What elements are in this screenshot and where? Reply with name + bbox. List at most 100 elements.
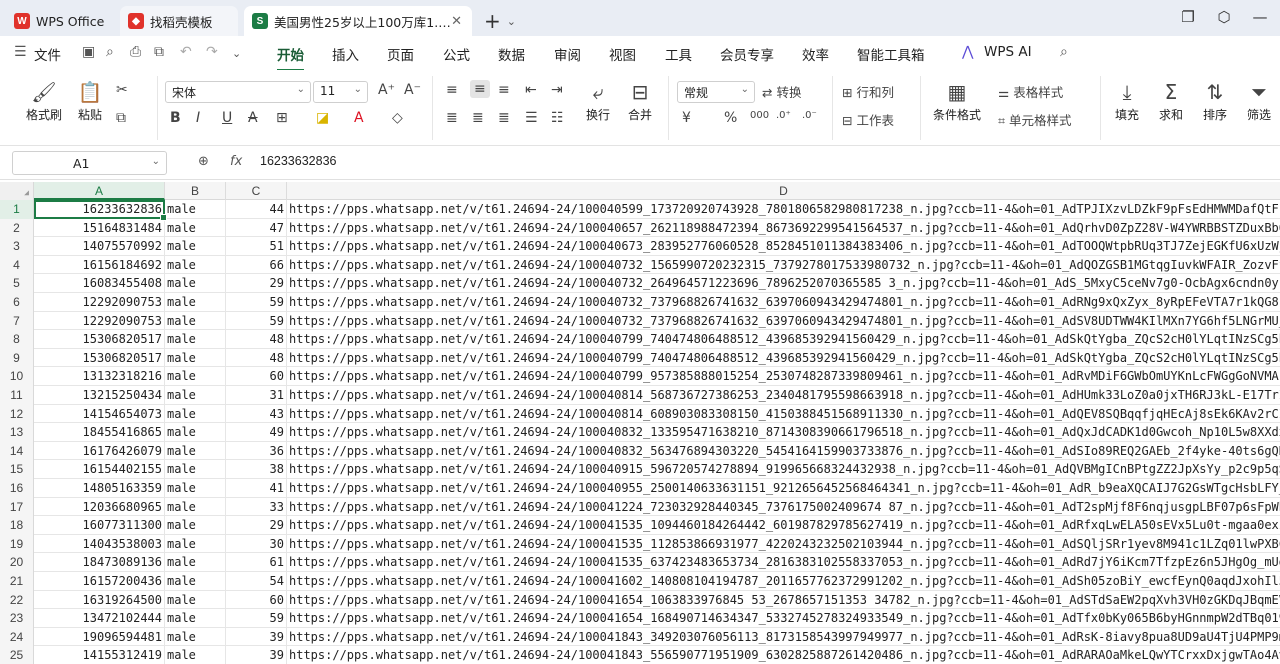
menu-data[interactable]: 数据: [498, 44, 525, 64]
print-icon[interactable]: ⎙: [130, 44, 141, 60]
row-header[interactable]: 25: [0, 646, 34, 664]
cell-avatar-url[interactable]: https://pps.whatsapp.net/v/t61.24694-24/…: [287, 349, 1280, 368]
font-color-icon[interactable]: A: [354, 110, 364, 126]
cell-gender[interactable]: male: [165, 311, 226, 331]
cell-style-button[interactable]: ⌗ 单元格样式: [998, 110, 1072, 129]
cell-avatar-url[interactable]: https://pps.whatsapp.net/v/t61.24694-24/…: [287, 591, 1280, 610]
cell-gender[interactable]: male: [165, 479, 226, 498]
cell-age[interactable]: 48: [226, 330, 287, 349]
align-top-icon[interactable]: ≡: [446, 82, 458, 98]
cell-age[interactable]: 49: [226, 423, 287, 442]
indent-increase-icon[interactable]: ⇥: [551, 82, 563, 98]
cell-age[interactable]: 43: [226, 404, 287, 424]
rows-cols-button[interactable]: ⊞ 行和列: [842, 82, 894, 101]
cell-phone[interactable]: 16176426079: [34, 441, 165, 461]
font-size-select[interactable]: 11 ⌄: [313, 81, 368, 103]
spreadsheet-grid[interactable]: ◢ A B C D 1 16233632836 male 44 https://pps.…: [0, 182, 1280, 664]
row-header[interactable]: 14: [0, 441, 34, 461]
row-header[interactable]: 21: [0, 572, 34, 591]
cell-phone[interactable]: 15306820517: [34, 330, 165, 349]
hamburger-icon[interactable]: ☰: [14, 44, 27, 60]
cell-gender[interactable]: male: [165, 646, 226, 664]
search-icon[interactable]: ⌕: [1060, 44, 1068, 60]
cell-avatar-url[interactable]: https://pps.whatsapp.net/v/t61.24694-24/…: [287, 535, 1280, 554]
menu-review[interactable]: 审阅: [554, 44, 581, 64]
cell-phone[interactable]: 16233632836: [34, 200, 165, 219]
cell-avatar-url[interactable]: https://pps.whatsapp.net/v/t61.24694-24/…: [287, 367, 1280, 386]
new-tab-button[interactable]: +: [480, 6, 505, 36]
row-header[interactable]: 4: [0, 255, 34, 275]
select-all-corner[interactable]: ◢: [0, 182, 34, 200]
cell-gender[interactable]: male: [165, 200, 226, 219]
cell-gender[interactable]: male: [165, 330, 226, 349]
copy-icon[interactable]: ⧉: [116, 110, 126, 126]
cell-age[interactable]: 54: [226, 572, 287, 591]
cell-avatar-url[interactable]: https://pps.whatsapp.net/v/t61.24694-24/…: [287, 293, 1280, 312]
distributed-icon[interactable]: ☷: [551, 110, 564, 126]
font-name-select[interactable]: 宋体 ⌄: [165, 81, 311, 103]
cell-gender[interactable]: male: [165, 460, 226, 479]
align-bottom-icon[interactable]: ≡: [498, 82, 510, 98]
percent-icon[interactable]: %: [724, 110, 737, 126]
close-tab-icon[interactable]: ✕: [451, 14, 462, 29]
row-header[interactable]: 11: [0, 386, 34, 405]
save-icon[interactable]: ▣: [82, 44, 95, 60]
cell-avatar-url[interactable]: https://pps.whatsapp.net/v/t61.24694-24/…: [287, 386, 1280, 405]
row-header[interactable]: 19: [0, 534, 34, 554]
sort-button[interactable]: ⇅ 排序: [1198, 78, 1232, 123]
cell-phone[interactable]: 16157200436: [34, 572, 165, 591]
row-header[interactable]: 13: [0, 423, 34, 442]
row-header[interactable]: 8: [0, 330, 34, 349]
paste-button[interactable]: 📋 粘贴: [70, 78, 110, 123]
cell-phone[interactable]: 12036680965: [34, 497, 165, 517]
cell-phone[interactable]: 14075570992: [34, 237, 165, 256]
row-header[interactable]: 6: [0, 293, 34, 312]
tab-docer-templates[interactable]: ◆ 找稻壳模板: [120, 6, 238, 36]
cell-age[interactable]: 51: [226, 237, 287, 256]
increase-decimal-icon[interactable]: .0⁺: [776, 110, 791, 121]
cell-phone[interactable]: 18455416865: [34, 423, 165, 442]
menu-formula[interactable]: 公式: [443, 44, 470, 64]
cell-avatar-url[interactable]: https://pps.whatsapp.net/v/t61.24694-24/…: [287, 628, 1280, 647]
print-preview-icon[interactable]: ⌕: [106, 44, 114, 60]
cell-phone[interactable]: 16083455408: [34, 274, 165, 293]
cell-gender[interactable]: male: [165, 553, 226, 572]
function-icon[interactable]: fx: [230, 154, 242, 169]
cell-age[interactable]: 29: [226, 516, 287, 535]
cube-icon[interactable]: ⬡: [1216, 8, 1232, 26]
cell-gender[interactable]: male: [165, 274, 226, 293]
cell-age[interactable]: 39: [226, 646, 287, 664]
cell-age[interactable]: 60: [226, 590, 287, 610]
cell-gender[interactable]: male: [165, 423, 226, 442]
cell-gender[interactable]: male: [165, 497, 226, 517]
cell-phone[interactable]: 14043538003: [34, 534, 165, 554]
fill-color-icon[interactable]: ◪: [316, 110, 329, 126]
cell-phone[interactable]: 19096594481: [34, 627, 165, 647]
clear-format-icon[interactable]: ◇: [392, 110, 403, 126]
decrease-decimal-icon[interactable]: .0⁻: [802, 110, 817, 121]
wrap-text-button[interactable]: ⤶ 换行: [580, 78, 616, 123]
row-header[interactable]: 16: [0, 479, 34, 498]
align-center-icon[interactable]: ≣: [472, 110, 484, 126]
formula-input[interactable]: 16233632836: [260, 154, 336, 168]
menu-smart-toolbox[interactable]: 智能工具箱: [857, 44, 925, 64]
menu-member[interactable]: 会员专享: [720, 44, 774, 64]
cell-phone[interactable]: 16154402155: [34, 460, 165, 479]
cell-phone[interactable]: 12292090753: [34, 293, 165, 312]
decrease-font-icon[interactable]: A⁻: [404, 82, 421, 98]
export-icon[interactable]: ⧉: [154, 44, 164, 60]
row-header[interactable]: 20: [0, 553, 34, 572]
restore-window-icon[interactable]: ❐: [1180, 8, 1196, 26]
cell-avatar-url[interactable]: https://pps.whatsapp.net/v/t61.24694-24/…: [287, 219, 1280, 238]
menu-page[interactable]: 页面: [387, 44, 414, 64]
row-header[interactable]: 17: [0, 497, 34, 517]
row-header[interactable]: 12: [0, 404, 34, 424]
cell-gender[interactable]: male: [165, 348, 226, 368]
cell-avatar-url[interactable]: https://pps.whatsapp.net/v/t61.24694-24/…: [287, 274, 1280, 293]
cell-age[interactable]: 66: [226, 255, 287, 275]
menu-insert[interactable]: 插入: [332, 44, 359, 64]
italic-icon[interactable]: I: [196, 110, 200, 126]
worksheet-button[interactable]: ⊟ 工作表: [842, 110, 894, 129]
cell-age[interactable]: 61: [226, 553, 287, 572]
cell-avatar-url[interactable]: https://pps.whatsapp.net/v/t61.24694-24/…: [287, 479, 1280, 498]
